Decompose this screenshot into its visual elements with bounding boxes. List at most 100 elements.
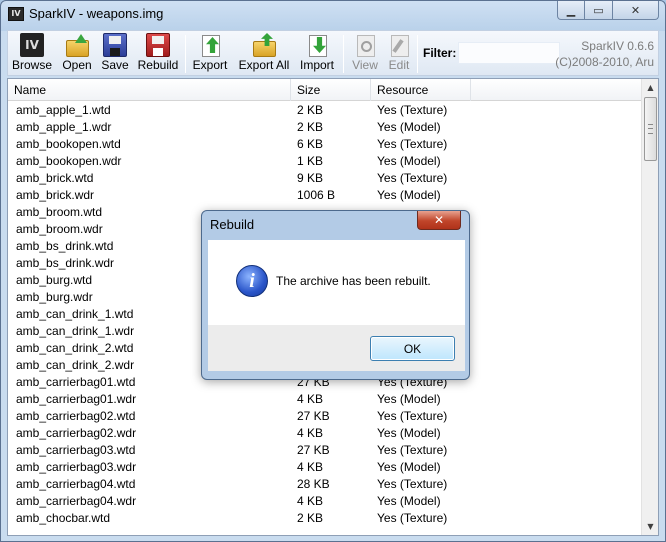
scroll-up-arrow-icon[interactable]: ▲ (642, 79, 658, 96)
table-row[interactable]: amb_apple_1.wtd 2 KB Yes (Texture) (8, 102, 642, 119)
vertical-scrollbar[interactable]: ▲ ▼ (641, 79, 658, 535)
resource-cell: Yes (Model) (377, 154, 441, 168)
version-copyright: (C)2008-2010, Aru (555, 55, 654, 69)
table-row[interactable]: amb_carrierbag03.wdr 4 KB Yes (Model) (8, 459, 642, 476)
information-icon: i (236, 265, 268, 297)
file-size-cell: 2 KB (297, 120, 324, 134)
file-size-cell: 27 KB (297, 443, 330, 457)
file-name-cell: amb_can_drink_2.wtd (16, 341, 134, 355)
file-size-cell: 9 KB (297, 171, 324, 185)
file-name-cell: amb_burg.wtd (16, 273, 93, 287)
maximize-button[interactable]: ▭ (585, 1, 613, 20)
view-button[interactable]: View (349, 33, 381, 75)
open-button[interactable]: Open (60, 33, 94, 75)
table-row[interactable]: amb_chocbar.wtd 2 KB Yes (Texture) (8, 510, 642, 527)
table-row[interactable]: amb_carrierbag02.wdr 4 KB Yes (Model) (8, 425, 642, 442)
file-name-cell: amb_can_drink_1.wtd (16, 307, 134, 321)
file-size-cell: 1 KB (297, 154, 324, 168)
import-button[interactable]: Import (297, 33, 337, 75)
version-name: SparkIV 0.6.6 (581, 39, 654, 53)
open-label: Open (62, 58, 92, 72)
table-row[interactable]: amb_bookopen.wdr 1 KB Yes (Model) (8, 153, 642, 170)
iv-logo-icon: IV (20, 33, 44, 57)
save-disk-icon (103, 33, 127, 57)
rebuild-label: Rebuild (137, 58, 179, 72)
table-row[interactable]: amb_apple_1.wdr 2 KB Yes (Model) (8, 119, 642, 136)
export-label: Export (192, 58, 228, 72)
resource-cell: Yes (Model) (377, 494, 441, 508)
column-header-size[interactable]: Size (291, 79, 371, 101)
file-name-cell: amb_carrierbag01.wtd (16, 375, 136, 389)
file-name-cell: amb_carrierbag03.wtd (16, 443, 136, 457)
file-name-cell: amb_bookopen.wdr (16, 154, 122, 168)
toolbar-separator (343, 35, 344, 73)
table-row[interactable]: amb_carrierbag02.wtd 27 KB Yes (Texture) (8, 408, 642, 425)
toolbar: IV Browse Open Save Rebuild Export Expor… (7, 30, 659, 76)
resource-cell: Yes (Model) (377, 392, 441, 406)
file-name-cell: amb_carrierbag04.wtd (16, 477, 136, 491)
table-row[interactable]: amb_carrierbag03.wtd 27 KB Yes (Texture) (8, 442, 642, 459)
save-label: Save (101, 58, 129, 72)
file-name-cell: amb_brick.wdr (16, 188, 95, 202)
import-icon (305, 33, 329, 57)
export-all-button[interactable]: Export All (237, 33, 291, 75)
rebuild-button[interactable]: Rebuild (135, 33, 181, 75)
column-header-name[interactable]: Name (8, 79, 291, 101)
export-all-icon (252, 33, 276, 57)
resource-cell: Yes (Model) (377, 188, 441, 202)
file-size-cell: 6 KB (297, 137, 324, 151)
edit-button[interactable]: Edit (385, 33, 413, 75)
dialog-body: i The archive has been rebuilt. (208, 240, 465, 325)
table-row[interactable]: amb_brick.wdr 1006 B Yes (Model) (8, 187, 642, 204)
resource-cell: Yes (Model) (377, 120, 441, 134)
table-row[interactable]: amb_carrierbag04.wtd 28 KB Yes (Texture) (8, 476, 642, 493)
dialog-message: The archive has been rebuilt. (276, 274, 431, 288)
column-header-resource[interactable]: Resource (371, 79, 471, 101)
window-title: SparkIV - weapons.img (29, 6, 164, 21)
caption-buttons: ▁ ▭ ✕ (557, 1, 659, 21)
rebuild-disk-icon (146, 33, 170, 57)
resource-cell: Yes (Model) (377, 426, 441, 440)
file-size-cell: 2 KB (297, 103, 324, 117)
table-row[interactable]: amb_carrierbag04.wdr 4 KB Yes (Model) (8, 493, 642, 510)
file-name-cell: amb_broom.wdr (16, 222, 103, 236)
file-name-cell: amb_broom.wtd (16, 205, 103, 219)
close-button[interactable]: ✕ (613, 1, 659, 20)
filter-input[interactable] (458, 42, 560, 64)
export-button[interactable]: Export (191, 33, 229, 75)
table-row[interactable]: amb_carrierbag01.wdr 4 KB Yes (Model) (8, 391, 642, 408)
title-bar[interactable]: IV SparkIV - weapons.img ▁ ▭ ✕ (1, 1, 665, 29)
save-button[interactable]: Save (100, 33, 130, 75)
file-size-cell: 4 KB (297, 494, 324, 508)
file-size-cell: 27 KB (297, 409, 330, 423)
table-row[interactable]: amb_brick.wtd 9 KB Yes (Texture) (8, 170, 642, 187)
scroll-down-arrow-icon[interactable]: ▼ (642, 518, 658, 535)
ok-button[interactable]: OK (370, 336, 455, 361)
dialog-footer: OK (208, 325, 465, 371)
scrollbar-thumb[interactable] (644, 97, 657, 161)
file-name-cell: amb_brick.wtd (16, 171, 94, 185)
version-info: SparkIV 0.6.6 (C)2008-2010, Aru (555, 38, 654, 70)
dialog-title: Rebuild (210, 217, 255, 232)
dialog-close-button[interactable]: ✕ (417, 211, 461, 230)
table-row[interactable]: amb_bookopen.wtd 6 KB Yes (Texture) (8, 136, 642, 153)
file-size-cell: 4 KB (297, 460, 324, 474)
file-name-cell: amb_bs_drink.wtd (16, 239, 114, 253)
file-name-cell: amb_apple_1.wdr (16, 120, 112, 134)
resource-cell: Yes (Texture) (377, 443, 448, 457)
file-name-cell: amb_carrierbag02.wtd (16, 409, 136, 423)
file-size-cell: 4 KB (297, 426, 324, 440)
resource-cell: Yes (Texture) (377, 137, 448, 151)
file-name-cell: amb_bs_drink.wdr (16, 256, 115, 270)
resource-cell: Yes (Texture) (377, 171, 448, 185)
view-label: View (352, 58, 378, 72)
file-name-cell: amb_chocbar.wtd (16, 511, 111, 525)
import-label: Import (299, 58, 334, 72)
minimize-button[interactable]: ▁ (557, 1, 585, 20)
edit-label: Edit (388, 58, 410, 72)
browse-button[interactable]: IV Browse (12, 33, 52, 75)
file-name-cell: amb_carrierbag02.wdr (16, 426, 137, 440)
file-name-cell: amb_carrierbag01.wdr (16, 392, 137, 406)
file-name-cell: amb_can_drink_2.wdr (16, 358, 135, 372)
browse-label: Browse (12, 58, 53, 72)
